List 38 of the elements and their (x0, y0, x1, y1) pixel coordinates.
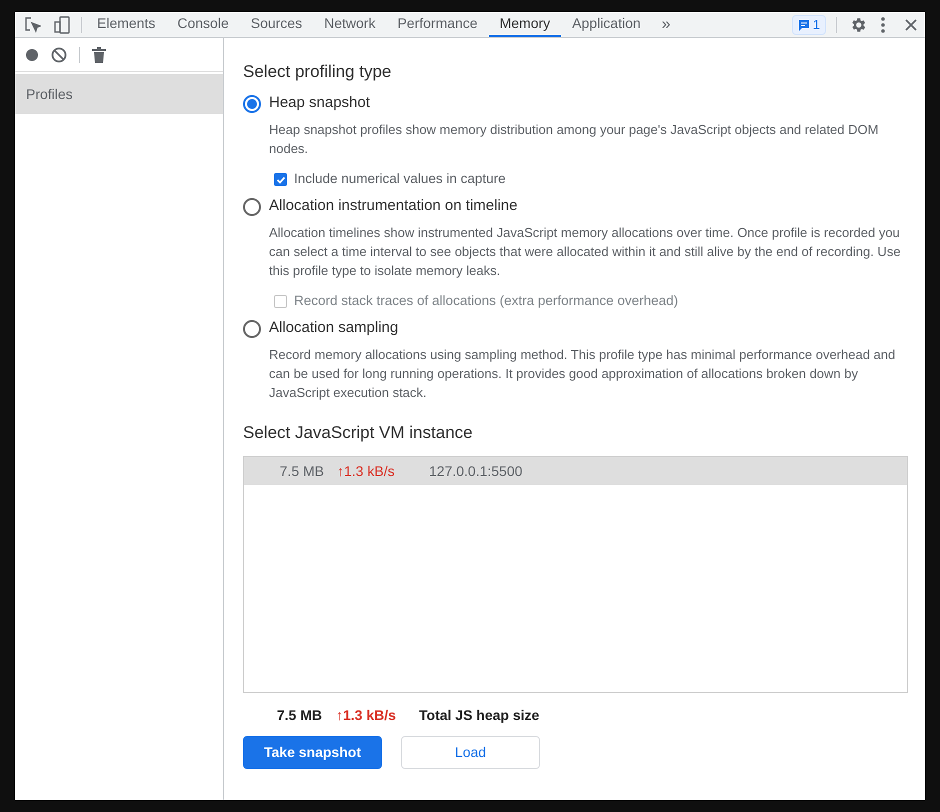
more-tabs-icon[interactable]: » (662, 12, 671, 36)
tab[interactable]: Sources (240, 12, 314, 37)
device-icon[interactable] (53, 16, 71, 34)
section-title: Select JavaScript VM instance (243, 422, 474, 444)
load-button[interactable]: Load (401, 736, 540, 769)
trash-icon[interactable] (92, 46, 106, 62)
section-title: Select profiling type (243, 61, 392, 83)
message-icon (798, 18, 810, 30)
record-icon[interactable] (25, 48, 39, 62)
vm-instance-row[interactable]: 7.5 MB ↑1.3 kB/s 127.0.0.1:5500 (244, 457, 907, 485)
radio-button[interactable] (243, 94, 261, 112)
heap-size: 7.5 MB (276, 706, 322, 724)
radio-button[interactable] (243, 320, 261, 338)
heap-rate: ↑1.3 kB/s (336, 706, 397, 724)
heap-label: Total JS heap size (419, 706, 540, 725)
tab[interactable]: Memory (488, 12, 562, 37)
option-description: Heap snapshot profiles show memory distribution among your page's JavaScript objects and related DOM nodes. (269, 120, 880, 158)
checkbox-label: Record stack traces of allocations (extra performance overhead) (294, 292, 678, 310)
tab[interactable]: Network (313, 12, 386, 37)
tab[interactable]: Console (166, 12, 240, 37)
more-options-icon[interactable] (881, 16, 885, 32)
option-description: Allocation timelines show instrumented JavaScript memory allocations over time. Once profile is recorded you can select a time interval to see objects that were allocated within it and still alive by the end of recording. Use this profile type to isolate memory leaks. (269, 224, 902, 280)
radio-button[interactable] (243, 198, 261, 216)
inspect-icon[interactable] (25, 16, 41, 32)
option-description: Record memory allocations using sampling method. This profile type has minimal performance overhead and can be used for long running operations. It provides good approximation of allocations broken down by JavaScript execution stack. (269, 346, 896, 402)
option-label[interactable]: Allocation instrumentation on timeline (269, 195, 518, 218)
tab[interactable]: Performance (386, 12, 489, 37)
close-icon[interactable] (905, 18, 917, 30)
option-label[interactable]: Allocation sampling (269, 317, 398, 340)
issues-badge[interactable]: 1 (792, 14, 826, 34)
option-label[interactable]: Heap snapshot (269, 92, 370, 115)
take-snapshot-button[interactable]: Take snapshot (243, 736, 382, 769)
sidebar-item[interactable]: Profiles (15, 74, 223, 114)
tab[interactable]: Elements (86, 12, 166, 37)
tab[interactable]: Application (561, 12, 652, 37)
clear-icon[interactable] (51, 46, 67, 62)
checkbox[interactable] (274, 173, 287, 186)
checkbox-label[interactable]: Include numerical values in capture (294, 169, 506, 190)
